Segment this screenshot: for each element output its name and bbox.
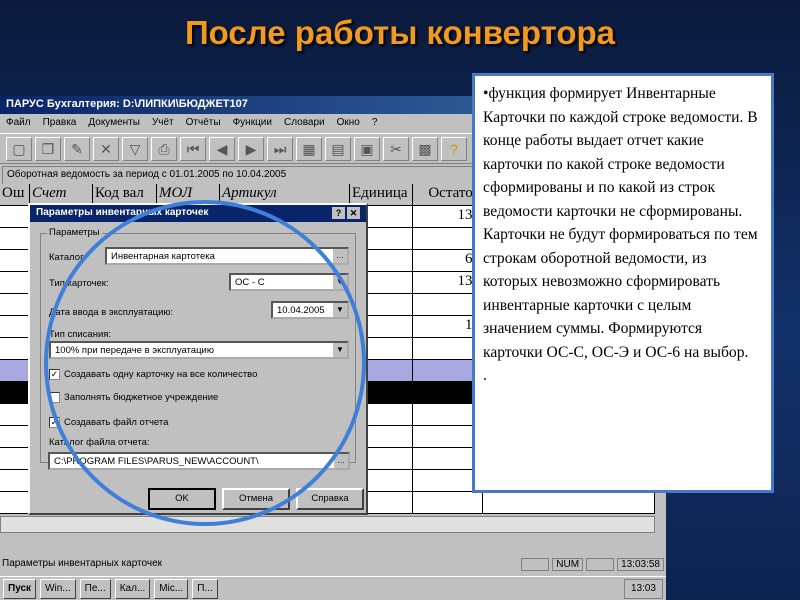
tray-clock: 13:03	[623, 578, 663, 599]
date-field[interactable]: 10.04.2005 ▼	[271, 301, 349, 319]
table-cell	[0, 470, 30, 491]
ok-button[interactable]: OK	[148, 488, 216, 510]
next-icon[interactable]: ▶	[238, 137, 264, 161]
dialog-title: Параметры инвентарных карточек	[36, 207, 209, 218]
table-cell	[0, 382, 30, 403]
menu-item[interactable]: Документы	[88, 117, 140, 130]
table-cell	[0, 206, 30, 227]
group-label: Параметры	[47, 227, 102, 238]
report-dir-field[interactable]: C:\PROGRAM FILES\PARUS_NEW\ACCOUNT\…	[48, 452, 350, 470]
first-icon[interactable]: ⏮	[180, 137, 206, 161]
table-cell	[0, 250, 30, 271]
catalog-label: Каталог:	[49, 252, 87, 263]
taskbar-item[interactable]: Пе...	[79, 578, 111, 599]
table-cell	[0, 426, 30, 447]
taskbar: Пуск Win... Пе... Кал... Mic... П... 13:03	[0, 576, 666, 600]
column-header[interactable]: Единица	[350, 184, 413, 205]
params-group: Параметры Каталог: Инвентарная картотека…	[40, 227, 356, 463]
table-cell	[0, 294, 30, 315]
filter-icon[interactable]: ▽	[122, 137, 148, 161]
column-header[interactable]: Артикул	[220, 184, 350, 205]
prev-icon[interactable]: ◀	[209, 137, 235, 161]
report-dir-label: Каталог файла отчета:	[49, 437, 150, 448]
menu-item[interactable]: Окно	[337, 117, 360, 130]
table-cell	[0, 228, 30, 249]
column-header[interactable]: Ош	[0, 184, 30, 205]
table-cell	[483, 492, 655, 513]
menu-item[interactable]: Учёт	[152, 117, 174, 130]
status-time: 13:03:58	[617, 558, 664, 571]
start-button[interactable]: Пуск	[3, 578, 37, 599]
help-dialog-button[interactable]: Справка	[296, 488, 364, 510]
last-icon[interactable]: ⏭	[267, 137, 293, 161]
num-indicator: NUM	[552, 558, 584, 571]
date-label: Дата ввода в эксплуатацию:	[49, 307, 174, 318]
status-message: Параметры инвентарных карточек	[2, 558, 163, 569]
delete-icon[interactable]: ✕	[93, 137, 119, 161]
table-cell	[0, 360, 30, 381]
menu-item[interactable]: Файл	[6, 117, 31, 130]
single-card-checkbox[interactable]: ✓ Создавать одну карточку на все количест…	[49, 369, 257, 380]
menu-item[interactable]: Отчёты	[186, 117, 221, 130]
table-cell	[0, 338, 30, 359]
table-cell	[0, 492, 30, 513]
column-header[interactable]: МОЛ	[157, 184, 220, 205]
table-cell	[0, 448, 30, 469]
taskbar-item[interactable]: Кал...	[114, 578, 151, 599]
status-empty	[521, 558, 550, 571]
writeoff-label: Тип списания:	[49, 329, 112, 340]
column-header[interactable]: Код вал	[93, 184, 157, 205]
tools-icon[interactable]: ✂	[383, 137, 409, 161]
card-type-label: Тип карточек:	[49, 278, 109, 289]
catalog-field[interactable]: Инвентарная картотека…	[105, 247, 349, 265]
menu-item[interactable]: Правка	[43, 117, 77, 130]
writeoff-select[interactable]: 100% при передаче в эксплуатацию ▼	[49, 341, 349, 359]
column-header[interactable]: Счет	[30, 184, 93, 205]
slide-title: После работы конвертора	[184, 14, 616, 51]
taskbar-item[interactable]: П...	[192, 578, 218, 599]
edit-icon[interactable]: ✎	[64, 137, 90, 161]
table-cell	[413, 492, 483, 513]
print-icon[interactable]: ⎙	[151, 137, 177, 161]
menu-item[interactable]: Словари	[284, 117, 325, 130]
table-cell	[0, 404, 30, 425]
inventory-params-dialog: Параметры инвентарных карточек? ✕ Парамет…	[28, 203, 368, 515]
menu-item[interactable]: Функции	[233, 117, 272, 130]
horizontal-scrollbar[interactable]	[0, 516, 655, 533]
create-report-checkbox[interactable]: ✓ Создавать файл отчета	[49, 417, 168, 428]
description-text: •функция формирует Инвентарные Карточки …	[483, 85, 758, 361]
cancel-button[interactable]: Отмена	[222, 488, 290, 510]
status-empty2	[586, 558, 615, 571]
table-icon[interactable]: ▦	[296, 137, 322, 161]
table-cell	[0, 272, 30, 293]
new-icon[interactable]: ▢	[6, 137, 32, 161]
window-icon[interactable]: ▣	[354, 137, 380, 161]
taskbar-item[interactable]: Win...	[40, 578, 76, 599]
table-cell	[0, 316, 30, 337]
budget-institution-checkbox[interactable]: Заполнять бюджетное учреждение	[49, 392, 218, 403]
copy-icon[interactable]: ❐	[35, 137, 61, 161]
menu-item[interactable]: ?	[372, 117, 378, 130]
calculator-icon[interactable]: ▤	[325, 137, 351, 161]
help-icon[interactable]: ?	[441, 137, 467, 161]
description-end: .	[483, 367, 487, 384]
status-bar: Параметры инвентарных карточек NUM 13:03…	[0, 555, 666, 574]
system-icon[interactable]: ▩	[412, 137, 438, 161]
taskbar-item[interactable]: Mic...	[154, 578, 189, 599]
description-box: •функция формирует Инвентарные Карточки …	[472, 73, 774, 493]
close-icon[interactable]: ✕	[347, 207, 360, 219]
card-type-select[interactable]: ОС - С ▼	[229, 273, 349, 291]
help-button[interactable]: ?	[332, 207, 345, 219]
